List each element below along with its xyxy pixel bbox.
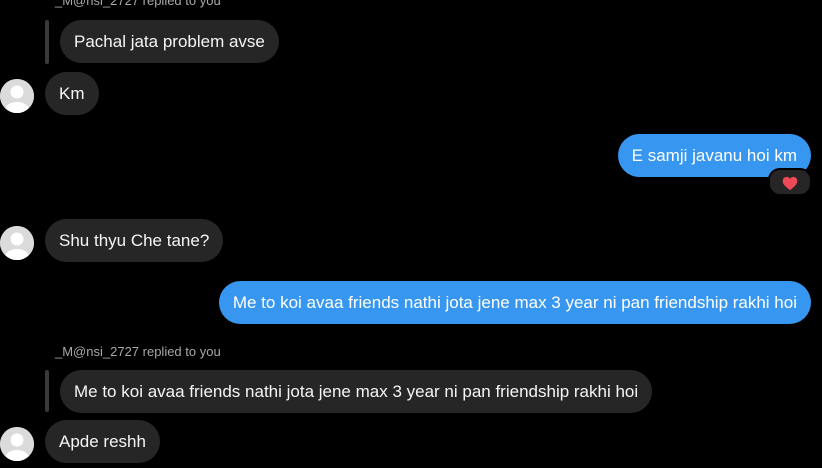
reply-context-label: _M@nsi_2727 replied to you [55,0,221,8]
default-avatar-icon[interactable] [0,427,34,461]
quote-bar [45,370,49,412]
quoted-message-bubble[interactable]: Pachal jata problem avse [60,20,279,63]
incoming-message-bubble[interactable]: Shu thyu Che tane? [45,219,224,262]
default-avatar-icon[interactable] [0,79,34,113]
reply-context-label: _M@nsi_2727 replied to you [55,344,221,359]
outgoing-message-bubble[interactable]: Me to koi avaa friends nathi jota jene m… [218,281,811,324]
quote-bar [45,20,49,64]
heart-icon [782,176,798,190]
default-avatar-icon[interactable] [0,226,34,260]
message-reaction[interactable] [768,168,812,196]
incoming-message-bubble[interactable]: Km [45,72,99,115]
quoted-message-bubble[interactable]: Me to koi avaa friends nathi jota jene m… [60,370,653,413]
incoming-message-bubble[interactable]: Apde reshh [45,420,160,463]
